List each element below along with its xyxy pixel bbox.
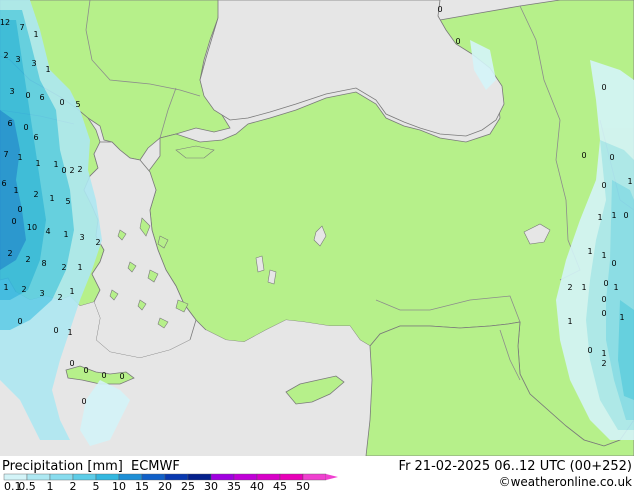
cell-value-label: 12 [0, 18, 10, 27]
cell-value-label: 5 [65, 197, 70, 206]
cell-value-label: 0 [17, 205, 22, 214]
cell-value-label: 0 [119, 372, 124, 381]
cell-value-label: 2 [25, 255, 30, 264]
colorbar-tick-label: 35 [227, 480, 241, 490]
cell-value-label: 1 [619, 313, 624, 322]
cell-value-label: 0 [81, 397, 86, 406]
cell-value-label: 1 [53, 160, 58, 169]
cell-value-label: 6 [33, 133, 38, 142]
legend-title: Precipitation [mm] [2, 459, 123, 474]
colorbar-tick-label: 40 [250, 480, 264, 490]
cell-value-label: 3 [9, 87, 14, 96]
cell-value-label: 0 [83, 366, 88, 375]
cell-value-label: 0 [23, 123, 28, 132]
cell-value-label: 1 [33, 30, 38, 39]
cell-value-label: 1 [597, 213, 602, 222]
cell-value-label: 1 [67, 328, 72, 337]
cell-value-label: 0 [581, 151, 586, 160]
cell-value-label: 2 [601, 359, 606, 368]
cell-value-label: 3 [15, 55, 20, 64]
cell-value-label: 0 [601, 181, 606, 190]
cell-value-label: 1 [77, 263, 82, 272]
cell-value-label: 0 [609, 153, 614, 162]
copyright-text: ©weatheronline.co.uk [499, 475, 632, 489]
cell-value-label: 1 [45, 65, 50, 74]
cell-value-label: 1 [601, 251, 606, 260]
cell-value-label: 1 [69, 287, 74, 296]
cell-value-label: 2 [69, 166, 74, 175]
colorbar-tick-label: 1 [47, 480, 54, 490]
cell-value-label: 1 [17, 153, 22, 162]
cell-value-label: 8 [41, 259, 46, 268]
colorbar-tick-label: 10 [112, 480, 126, 490]
cell-value-label: 0 [611, 259, 616, 268]
cell-value-label: 0 [601, 309, 606, 318]
cell-value-label: 0 [17, 317, 22, 326]
cell-value-label: 6 [1, 179, 6, 188]
cell-value-label: 7 [19, 23, 24, 32]
cell-value-label: 2 [7, 249, 12, 258]
cell-value-label: 1 [581, 283, 586, 292]
colorbar-tick-label: 30 [204, 480, 218, 490]
cell-value-label: 5 [75, 100, 80, 109]
cell-value-label: 1 [567, 317, 572, 326]
cell-value-label: 0 [11, 217, 16, 226]
cell-value-label: 2 [95, 238, 100, 247]
map-canvas: 12712 3 313 0 60 56 067 11 10 2 261 201 5010 4 1 322 8 2 1… [0, 0, 634, 490]
colorbar-tick-label: 20 [158, 480, 172, 490]
cell-value-label: 7 [3, 150, 8, 159]
cell-value-label: 1 [13, 186, 18, 195]
cell-value-label: 2 [33, 190, 38, 199]
precipitation-map: 12 7 1 2 3 3 1 3 0 6 0 5 6 0 6 7 1 1 1 0 2 2 6 1 2 0 1 5 0 10 4 1 3 2 2 8 2 1… [0, 0, 634, 490]
cell-value-label: 0 [61, 166, 66, 175]
cell-value-label: 2 [567, 283, 572, 292]
cell-value-label: 0 [69, 359, 74, 368]
cell-value-label: 2 [61, 263, 66, 272]
cell-value-label: 0 [53, 326, 58, 335]
colorbar-tick-label: 15 [135, 480, 149, 490]
cell-value-label: 3 [31, 59, 36, 68]
cell-value-label: 3 [39, 289, 44, 298]
legend-model: ECMWF [131, 459, 180, 474]
cell-value-label: 0 [601, 295, 606, 304]
cell-value-label: 2 [77, 165, 82, 174]
colorbar-tick-label: 2 [70, 480, 77, 490]
cell-value-label: 0 [101, 371, 106, 380]
cell-value-label: 0 [455, 37, 460, 46]
cell-value-label: 10 [27, 223, 37, 232]
cell-value-label: 2 [3, 51, 8, 60]
cell-value-label: 4 [45, 227, 50, 236]
cell-value-label: 1 [63, 230, 68, 239]
colorbar-tick-label: 25 [181, 480, 195, 490]
cell-value-label: 1 [627, 177, 632, 186]
cell-value-label: 0 [601, 83, 606, 92]
cell-value-label: 1 [35, 159, 40, 168]
cell-value-label: 1 [49, 194, 54, 203]
cell-value-label: 6 [7, 119, 12, 128]
cell-value-label: 3 [79, 233, 84, 242]
cell-value-label: 2 [57, 293, 62, 302]
cell-value-label: 1 [613, 283, 618, 292]
cell-value-label: 1 [601, 349, 606, 358]
cell-value-label: 0 [437, 5, 442, 14]
legend-datetime: Fr 21-02-2025 06..12 UTC (00+252) [399, 459, 632, 474]
cell-value-label: 0 [587, 346, 592, 355]
cell-value-label: 2 [21, 285, 26, 294]
colorbar-tick-label: 0.5 [18, 480, 36, 490]
cell-value-label: 1 [3, 283, 8, 292]
cell-value-label: 0 [59, 98, 64, 107]
cell-value-label: 6 [39, 93, 44, 102]
cell-value-label: 0 [623, 211, 628, 220]
cell-value-label: 1 [611, 211, 616, 220]
colorbar-tick-label: 45 [273, 480, 287, 490]
cell-value-label: 0 [25, 91, 30, 100]
colorbar-tick-label: 50 [296, 480, 310, 490]
cell-value-label: 1 [587, 247, 592, 256]
cell-value-label: 0 [603, 279, 608, 288]
colorbar-tick-label: 5 [93, 480, 100, 490]
